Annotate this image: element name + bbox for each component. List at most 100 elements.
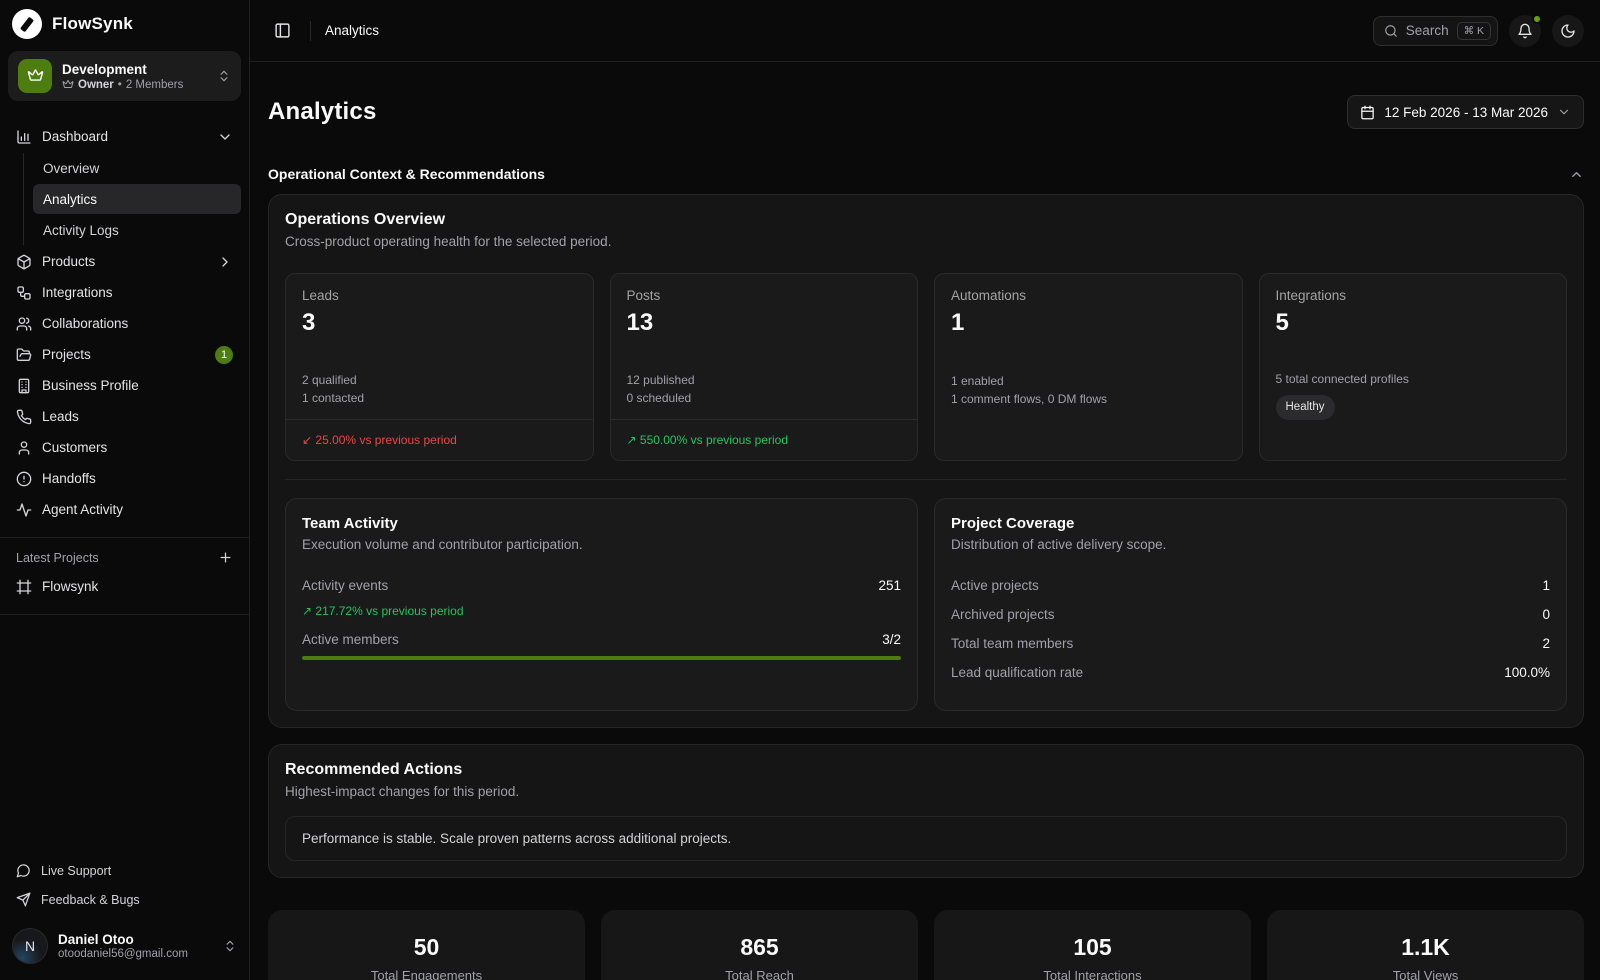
- trend-up-arrow-icon: ↗: [302, 604, 312, 618]
- send-icon: [16, 892, 31, 907]
- panel-divider: [285, 479, 1567, 480]
- coverage-row-label: Active projects: [951, 578, 1039, 593]
- sidebar-item-dashboard[interactable]: Dashboard: [8, 121, 241, 152]
- sidebar-item-label: Leads: [42, 409, 79, 424]
- stat-label: Leads: [302, 288, 577, 303]
- user-name: Daniel Otoo: [58, 932, 213, 947]
- trend-text: 550.00% vs previous period: [640, 433, 788, 447]
- users-icon: [16, 316, 32, 332]
- project-item-flowsynk[interactable]: Flowsynk: [8, 571, 241, 602]
- stat-card-automations: Automations 1 1 enabled 1 comment flows,…: [934, 273, 1243, 461]
- project-coverage-title: Project Coverage: [951, 515, 1550, 532]
- sidebar-item-customers[interactable]: Customers: [8, 432, 241, 463]
- sidebar-item-overview[interactable]: Overview: [33, 153, 241, 183]
- chevron-down-icon: [217, 129, 233, 145]
- notification-dot: [1532, 14, 1542, 24]
- sidebar-item-label: Business Profile: [42, 378, 139, 393]
- chevrons-up-down-icon: [217, 69, 231, 83]
- sidebar-item-products[interactable]: Products: [8, 246, 241, 277]
- workspace-switcher[interactable]: Development Owner • 2 Members: [8, 51, 241, 101]
- coverage-row-value: 2: [1542, 636, 1550, 651]
- date-range-picker[interactable]: 12 Feb 2026 - 13 Mar 2026: [1347, 95, 1584, 129]
- search-kbd: ⌘ K: [1457, 22, 1491, 40]
- ops-section-header[interactable]: Operational Context & Recommendations: [268, 166, 1584, 182]
- stat-line: 5 total connected profiles: [1276, 371, 1551, 388]
- moon-icon: [1560, 23, 1576, 39]
- active-members-value: 3/2: [882, 632, 901, 647]
- add-project-button[interactable]: [218, 550, 233, 565]
- team-activity-card: Team Activity Execution volume and contr…: [285, 498, 918, 711]
- theme-toggle-button[interactable]: [1552, 15, 1584, 47]
- message-circle-icon: [16, 863, 31, 878]
- topbar-divider: [310, 21, 311, 41]
- sidebar-item-handoffs[interactable]: Handoffs: [8, 463, 241, 494]
- coverage-row-value: 1: [1542, 578, 1550, 593]
- recommendation-item: Performance is stable. Scale proven patt…: [285, 816, 1567, 861]
- breadcrumb: Analytics: [325, 23, 379, 38]
- sidebar-item-label: Dashboard: [42, 129, 108, 144]
- stat-value: 5: [1276, 309, 1551, 337]
- flowsynk-logo-icon: [12, 9, 42, 39]
- operations-overview-subtitle: Cross-product operating health for the s…: [285, 234, 1567, 249]
- feedback-bugs-label: Feedback & Bugs: [41, 893, 140, 907]
- feedback-bugs-button[interactable]: Feedback & Bugs: [8, 885, 241, 914]
- sidebar-item-label: Agent Activity: [42, 502, 123, 517]
- sidebar-item-collaborations[interactable]: Collaborations: [8, 308, 241, 339]
- coverage-row-label: Total team members: [951, 636, 1073, 651]
- workspace-role: Owner: [78, 79, 114, 91]
- avatar: N: [12, 928, 48, 964]
- live-support-button[interactable]: Live Support: [8, 856, 241, 885]
- summary-card-engagements: 50 Total Engagements: [268, 910, 585, 980]
- user-menu[interactable]: N Daniel Otoo otoodaniel56@gmail.com: [0, 918, 249, 980]
- workspace-meta: Owner • 2 Members: [62, 79, 207, 91]
- summary-label: Total Reach: [725, 968, 794, 980]
- sidebar-item-activity-logs[interactable]: Activity Logs: [33, 215, 241, 245]
- activity-events-label: Activity events: [302, 578, 388, 593]
- sidebar-item-projects[interactable]: Projects 1: [8, 339, 241, 370]
- summary-value: 50: [414, 934, 440, 961]
- main-area: Analytics Search ⌘ K Analytics 12 Feb 20…: [250, 0, 1600, 980]
- brand-name: FlowSynk: [52, 14, 133, 34]
- summary-value: 1.1K: [1401, 934, 1450, 961]
- date-range-value: 12 Feb 2026 - 13 Mar 2026: [1384, 105, 1548, 120]
- panel-left-icon: [274, 22, 291, 39]
- folder-open-icon: [16, 347, 32, 363]
- summary-label: Total Engagements: [371, 968, 482, 980]
- bell-icon: [1517, 23, 1533, 39]
- stat-line: 1 enabled: [951, 373, 1226, 390]
- stat-trend: ↙ 25.00% vs previous period: [286, 419, 593, 460]
- chevron-down-icon: [1557, 105, 1571, 119]
- chevron-right-icon: [217, 254, 233, 270]
- activity-events-value: 251: [878, 578, 901, 593]
- sidebar-item-label: Collaborations: [42, 316, 128, 331]
- latest-projects-section: Latest Projects Flowsynk: [0, 537, 249, 615]
- stat-trend: ↗ 550.00% vs previous period: [611, 419, 918, 460]
- page-title: Analytics: [268, 98, 377, 126]
- sidebar-item-analytics[interactable]: Analytics: [33, 184, 241, 214]
- trend-text: 217.72% vs previous period: [315, 604, 463, 618]
- sidebar-item-agent-activity[interactable]: Agent Activity: [8, 494, 241, 525]
- notifications-button[interactable]: [1509, 15, 1541, 47]
- workspace-name: Development: [62, 62, 207, 77]
- separator-dot: •: [118, 79, 122, 91]
- brand-header: FlowSynk: [0, 0, 249, 43]
- chevron-up-icon[interactable]: [1569, 167, 1584, 182]
- activity-icon: [16, 502, 32, 518]
- workflow-icon: [16, 285, 32, 301]
- sidebar-item-business-profile[interactable]: Business Profile: [8, 370, 241, 401]
- sidebar-item-label: Integrations: [42, 285, 113, 300]
- summary-card-views: 1.1K Total Views: [1267, 910, 1584, 980]
- coverage-row-label: Archived projects: [951, 607, 1055, 622]
- sidebar-item-leads[interactable]: Leads: [8, 401, 241, 432]
- coverage-row-value: 0: [1542, 607, 1550, 622]
- recommended-actions-title: Recommended Actions: [285, 761, 1567, 779]
- search-button[interactable]: Search ⌘ K: [1373, 16, 1498, 46]
- team-activity-title: Team Activity: [302, 515, 901, 532]
- stat-value: 1: [951, 309, 1226, 337]
- active-members-progress-fill: [302, 656, 901, 660]
- sidebar-toggle-button[interactable]: [268, 17, 296, 45]
- summary-stats-grid: 50 Total Engagements 865 Total Reach 105…: [268, 910, 1584, 980]
- summary-label: Total Views: [1393, 968, 1459, 980]
- sidebar-item-integrations[interactable]: Integrations: [8, 277, 241, 308]
- search-icon: [1384, 24, 1398, 38]
